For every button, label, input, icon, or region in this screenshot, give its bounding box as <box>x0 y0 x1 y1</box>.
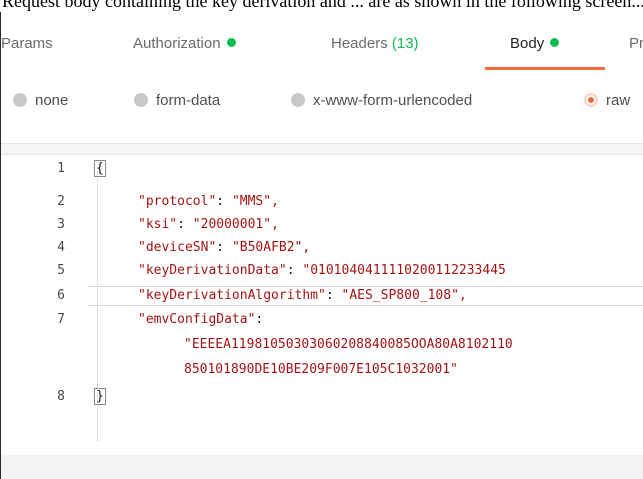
code-text: 850101890DE10BE209F007E105C1032001" <box>184 362 458 377</box>
matched-bracket: { <box>94 160 106 177</box>
radio-circle-icon <box>291 93 305 107</box>
tab-body[interactable]: Body <box>510 35 560 52</box>
line-number: 3 <box>57 217 65 232</box>
json-key: "emvConfigData" <box>138 312 256 327</box>
editor-footer <box>1 455 643 479</box>
code-text: "ksi": "20000001", <box>138 217 279 232</box>
tab-pre-request-label: Pr <box>629 35 643 52</box>
tab-params-label: Params <box>1 35 53 52</box>
line-number: 1 <box>57 161 65 176</box>
code-text: "deviceSN": "B50AFB2", <box>138 240 311 255</box>
radio-raw[interactable]: raw <box>584 92 630 109</box>
code-text: "keyDerivationData": "010104041111020011… <box>138 263 506 278</box>
radio-none-label: none <box>35 92 69 109</box>
line-number: 6 <box>57 288 65 303</box>
matched-bracket: } <box>94 388 106 405</box>
request-editor-panel: Params Authorization Headers (13) Body P… <box>0 12 643 479</box>
radio-circle-icon <box>134 93 148 107</box>
status-dot-icon <box>226 38 236 47</box>
json-value: "EEEEA11981050303060208840085OOA80A81021… <box>184 337 513 352</box>
tab-pre-request[interactable]: Pr <box>629 35 643 52</box>
line-number: 7 <box>57 312 65 327</box>
json-key: "keyDerivationAlgorithm" <box>138 288 326 303</box>
json-key: "ksi" <box>138 217 178 232</box>
code-line: 6 "keyDerivationAlgorithm": "AES_SP800_1… <box>1 288 643 310</box>
radio-raw-label: raw <box>606 92 631 109</box>
radio-circle-icon <box>13 93 27 107</box>
line-number: 2 <box>57 194 65 209</box>
code-line: 4 "deviceSN": "B50AFB2", <box>1 240 643 262</box>
code-line-wrapped: 850101890DE10BE209F007E105C1032001" <box>1 362 643 384</box>
radio-selected-icon <box>584 93 598 107</box>
code-text: "keyDerivationAlgorithm": "AES_SP800_108… <box>138 288 467 303</box>
line-number: 8 <box>57 389 65 404</box>
request-tabs: Params Authorization Headers (13) Body P… <box>1 12 643 70</box>
json-key: "deviceSN" <box>138 240 217 255</box>
code-line: 3 "ksi": "20000001", <box>1 217 643 239</box>
code-editor[interactable]: 1 { 2 "protocol": "MMS", 3 "ksi": "20000… <box>1 157 643 457</box>
json-value: "AES_SP800_108", <box>341 288 467 303</box>
line-number: 5 <box>57 263 65 278</box>
section-divider <box>1 143 643 155</box>
code-line: 7 "emvConfigData": <box>1 312 643 334</box>
code-text: "emvConfigData": <box>138 312 264 327</box>
tab-authorization[interactable]: Authorization <box>133 35 236 52</box>
code-line: 8 } <box>1 388 643 411</box>
tab-params[interactable]: Params <box>1 35 53 52</box>
code-line: 2 "protocol": "MMS", <box>1 194 643 216</box>
json-value: "B50AFB2", <box>231 240 311 255</box>
json-value: 850101890DE10BE209F007E105C1032001" <box>184 362 458 377</box>
code-text: { <box>94 160 106 177</box>
code-line: 1 { <box>1 160 643 183</box>
json-value: "0101040411110200112233445 <box>302 263 506 278</box>
radio-form-data[interactable]: form-data <box>134 92 220 109</box>
headers-count-badge: (13) <box>391 35 419 52</box>
radio-none[interactable]: none <box>13 92 68 109</box>
code-text: "EEEEA11981050303060208840085OOA80A81021… <box>184 337 513 352</box>
tab-body-label: Body <box>510 35 545 52</box>
tab-headers[interactable]: Headers (13) <box>331 35 419 52</box>
line-number: 4 <box>57 240 65 255</box>
body-type-selector: none form-data x-www-form-urlencoded raw <box>1 82 643 118</box>
code-line: 5 "keyDerivationData": "0101040411110200… <box>1 263 643 285</box>
json-key: "keyDerivationData" <box>138 263 287 278</box>
tab-authorization-label: Authorization <box>133 35 221 52</box>
radio-urlencoded[interactable]: x-www-form-urlencoded <box>291 92 472 109</box>
status-dot-icon <box>550 38 560 47</box>
caption-text: Request body containing the key derivati… <box>2 0 643 11</box>
radio-form-data-label: form-data <box>156 92 221 109</box>
json-value: "MMS", <box>231 194 279 209</box>
code-text: "protocol": "MMS", <box>138 194 279 209</box>
active-tab-indicator <box>485 67 605 70</box>
radio-urlencoded-label: x-www-form-urlencoded <box>313 92 473 109</box>
tab-headers-label: Headers <box>331 35 388 52</box>
document-caption: Request body containing the key derivati… <box>0 0 643 12</box>
json-key: "protocol" <box>138 194 217 209</box>
json-value: "20000001", <box>192 217 279 232</box>
code-text: } <box>94 388 106 405</box>
code-line-wrapped: "EEEEA11981050303060208840085OOA80A81021… <box>1 337 643 359</box>
